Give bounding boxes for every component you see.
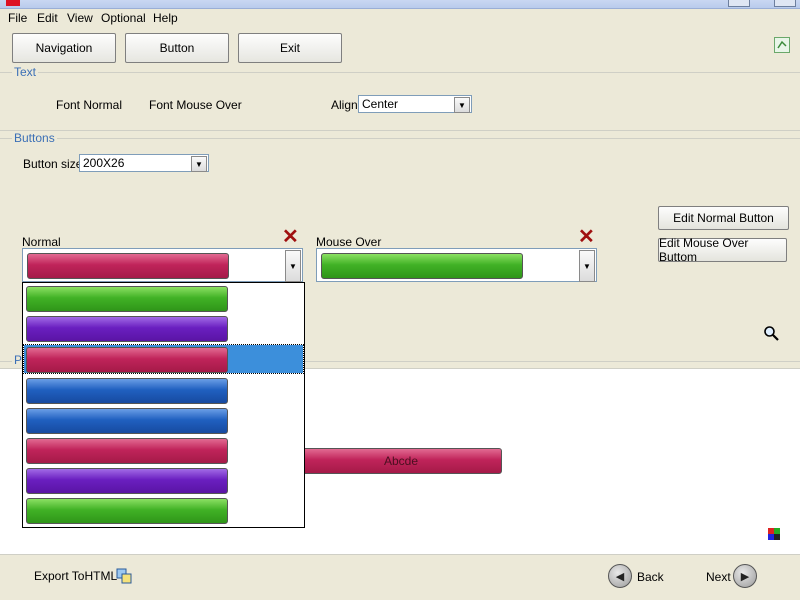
- align-label: Align: [331, 98, 358, 112]
- chevron-down-icon[interactable]: ▼: [454, 97, 470, 113]
- chevron-down-icon[interactable]: ▼: [285, 250, 301, 282]
- preview-button-text: Abcde: [383, 454, 419, 468]
- refresh-icon[interactable]: [774, 37, 790, 53]
- text-section-legend: Text: [12, 65, 39, 79]
- menu-bar: File Edit View Optional Help: [0, 9, 800, 27]
- list-item[interactable]: [24, 314, 303, 342]
- swatch-pink: [26, 347, 228, 373]
- list-item[interactable]: [24, 496, 303, 524]
- clear-normal-icon[interactable]: ✕: [282, 227, 299, 247]
- app-icon: [6, 0, 20, 6]
- minimize-button[interactable]: [728, 0, 750, 7]
- mouse-over-button-select[interactable]: ▼: [316, 248, 597, 282]
- normal-selected-swatch: [27, 253, 229, 279]
- color-grid-icon[interactable]: [768, 528, 780, 540]
- preview-button[interactable]: Abcde: [300, 448, 502, 474]
- zoom-icon[interactable]: [763, 325, 779, 341]
- button-size-value: 200X26: [83, 156, 125, 170]
- list-item[interactable]: [24, 436, 303, 464]
- menu-view[interactable]: View: [67, 11, 93, 25]
- font-normal-label[interactable]: Font Normal: [56, 98, 122, 112]
- menu-file[interactable]: File: [8, 11, 27, 25]
- back-button-label[interactable]: Back: [637, 570, 664, 584]
- menu-edit[interactable]: Edit: [37, 11, 58, 25]
- buttons-section-legend: Buttons: [12, 131, 57, 145]
- next-arrow-icon[interactable]: ▶: [733, 564, 757, 588]
- align-select-value: Center: [362, 97, 399, 111]
- normal-button-select[interactable]: ▼: [22, 248, 303, 282]
- exit-button[interactable]: Exit: [238, 33, 342, 63]
- align-select[interactable]: Center ▼: [358, 95, 472, 113]
- menu-help[interactable]: Help: [153, 11, 178, 25]
- font-mouse-over-label[interactable]: Font Mouse Over: [149, 98, 242, 112]
- clear-mouse-over-icon[interactable]: ✕: [578, 227, 595, 247]
- menu-optional[interactable]: Optional: [101, 11, 146, 25]
- edit-normal-button[interactable]: Edit Normal Button: [658, 206, 789, 230]
- list-item-selected[interactable]: [23, 344, 304, 374]
- mouse-over-selected-swatch: [321, 253, 523, 279]
- export-to-html-link[interactable]: Export ToHTML: [34, 569, 117, 583]
- chevron-down-icon[interactable]: ▼: [579, 250, 595, 282]
- swatch-blue: [26, 378, 228, 404]
- close-window-button[interactable]: [774, 0, 796, 7]
- swatch-green: [26, 498, 228, 524]
- swatch-pink: [26, 438, 228, 464]
- back-arrow-icon[interactable]: ◀: [608, 564, 632, 588]
- edit-mouse-over-button[interactable]: Edit Mouse Over Buttom: [658, 236, 787, 264]
- swatch-blue: [26, 408, 228, 434]
- chevron-down-icon[interactable]: ▼: [191, 156, 207, 172]
- list-item[interactable]: [24, 376, 303, 404]
- button-size-label: Button size:: [23, 157, 86, 171]
- export-html-icon[interactable]: [116, 568, 132, 584]
- swatch-purple: [26, 468, 228, 494]
- normal-label: Normal: [22, 235, 61, 249]
- button-tab-button[interactable]: Button: [125, 33, 229, 63]
- title-bar: [0, 0, 800, 9]
- normal-button-dropdown-list: [22, 282, 305, 528]
- swatch-green: [26, 286, 228, 312]
- list-item[interactable]: [24, 284, 303, 312]
- mouse-over-label: Mouse Over: [316, 235, 382, 249]
- button-size-select[interactable]: 200X26 ▼: [79, 154, 209, 172]
- navigation-button[interactable]: Navigation: [12, 33, 116, 63]
- list-item[interactable]: [24, 466, 303, 494]
- swatch-purple: [26, 316, 228, 342]
- next-button-label[interactable]: Next: [706, 570, 731, 584]
- list-item[interactable]: [24, 406, 303, 434]
